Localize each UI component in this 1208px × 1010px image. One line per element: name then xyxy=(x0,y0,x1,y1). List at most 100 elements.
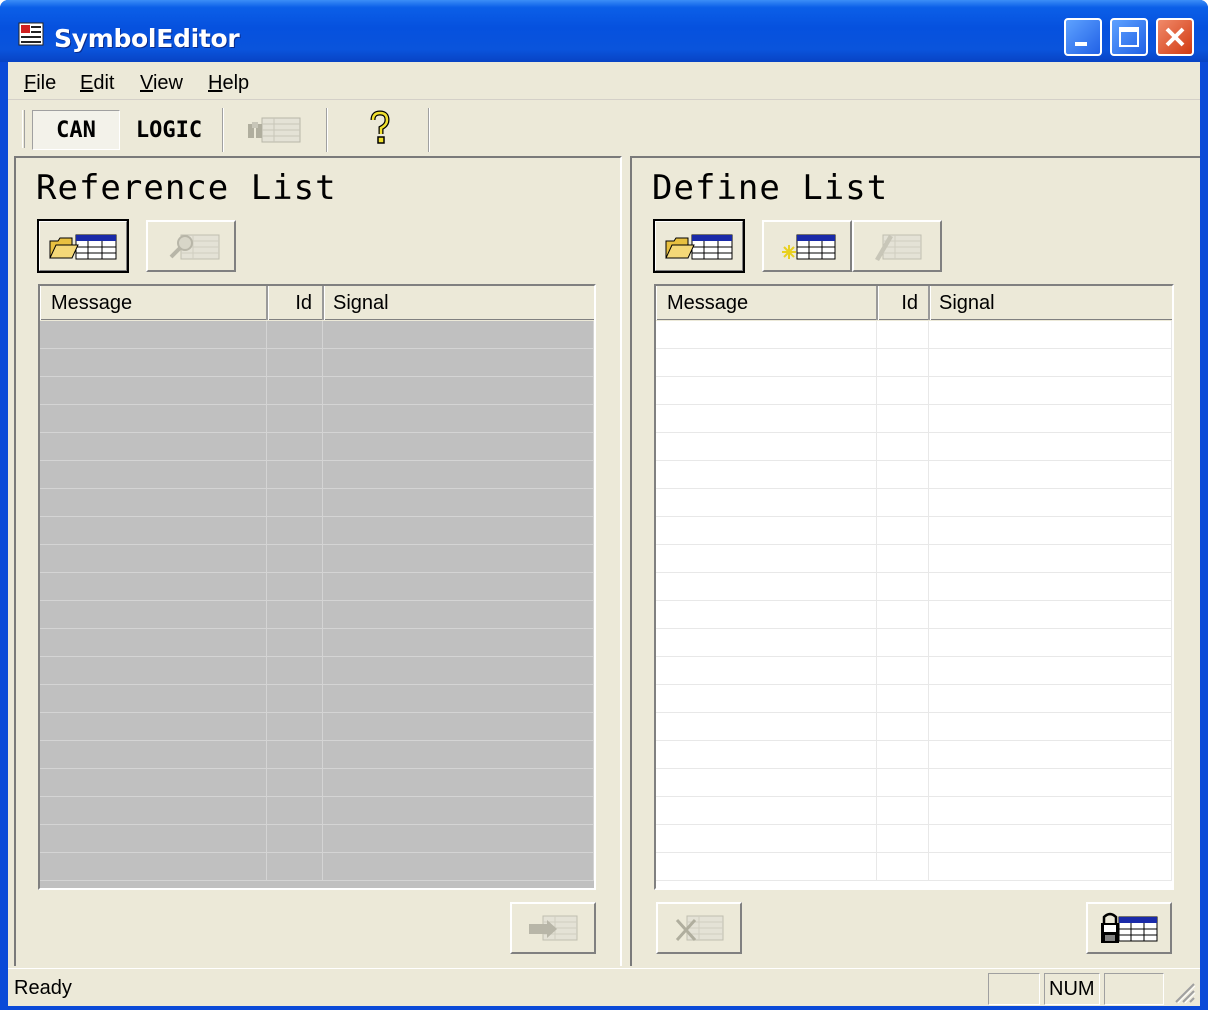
table-row[interactable] xyxy=(656,713,1172,741)
cell-id[interactable] xyxy=(267,685,323,713)
cell-message[interactable] xyxy=(656,797,878,825)
reference-transfer-button[interactable] xyxy=(510,902,596,954)
cell-id[interactable] xyxy=(267,489,323,517)
define-open-button[interactable] xyxy=(653,219,745,273)
cell-message[interactable] xyxy=(40,685,268,713)
cell-signal[interactable] xyxy=(322,349,594,377)
cell-signal[interactable] xyxy=(928,713,1172,741)
cell-message[interactable] xyxy=(656,629,878,657)
cell-id[interactable] xyxy=(877,517,929,545)
cell-message[interactable] xyxy=(40,797,268,825)
cell-id[interactable] xyxy=(267,629,323,657)
cell-id[interactable] xyxy=(877,797,929,825)
reference-open-button[interactable] xyxy=(37,219,129,273)
cell-signal[interactable] xyxy=(928,657,1172,685)
cell-signal[interactable] xyxy=(322,461,594,489)
table-row[interactable] xyxy=(656,573,1172,601)
table-row[interactable] xyxy=(40,321,594,349)
cell-message[interactable] xyxy=(656,601,878,629)
define-save-button[interactable] xyxy=(1086,902,1172,954)
table-row[interactable] xyxy=(656,461,1172,489)
cell-signal[interactable] xyxy=(322,601,594,629)
cell-message[interactable] xyxy=(656,349,878,377)
cell-id[interactable] xyxy=(267,377,323,405)
menu-edit[interactable]: Edit xyxy=(80,72,114,95)
cell-signal[interactable] xyxy=(322,769,594,797)
cell-id[interactable] xyxy=(267,433,323,461)
cell-id[interactable] xyxy=(267,853,323,881)
cell-id[interactable] xyxy=(877,433,929,461)
reference-search-button[interactable] xyxy=(146,220,236,272)
cell-id[interactable] xyxy=(877,405,929,433)
cell-signal[interactable] xyxy=(928,853,1172,881)
cell-message[interactable] xyxy=(40,349,268,377)
cell-message[interactable] xyxy=(656,489,878,517)
table-row[interactable] xyxy=(40,489,594,517)
table-row[interactable] xyxy=(656,377,1172,405)
table-row[interactable] xyxy=(656,853,1172,881)
cell-id[interactable] xyxy=(877,321,929,349)
cell-message[interactable] xyxy=(656,377,878,405)
cell-id[interactable] xyxy=(267,741,323,769)
cell-signal[interactable] xyxy=(322,741,594,769)
table-row[interactable] xyxy=(40,713,594,741)
table-row[interactable] xyxy=(656,349,1172,377)
cell-message[interactable] xyxy=(656,769,878,797)
table-row[interactable] xyxy=(40,629,594,657)
table-row[interactable] xyxy=(40,405,594,433)
cell-id[interactable] xyxy=(267,713,323,741)
table-row[interactable] xyxy=(656,433,1172,461)
cell-id[interactable] xyxy=(267,321,323,349)
cell-signal[interactable] xyxy=(322,573,594,601)
cell-message[interactable] xyxy=(40,517,268,545)
cell-id[interactable] xyxy=(267,601,323,629)
table-row[interactable] xyxy=(40,517,594,545)
cell-id[interactable] xyxy=(877,629,929,657)
table-row[interactable] xyxy=(40,741,594,769)
reference-grid[interactable]: Message Id Signal xyxy=(38,284,596,890)
table-row[interactable] xyxy=(656,405,1172,433)
cell-message[interactable] xyxy=(40,657,268,685)
cell-message[interactable] xyxy=(656,573,878,601)
cell-message[interactable] xyxy=(40,405,268,433)
title-bar[interactable]: SymbolEditor xyxy=(0,0,1208,62)
cell-id[interactable] xyxy=(877,545,929,573)
cell-message[interactable] xyxy=(656,713,878,741)
column-header-signal[interactable]: Signal xyxy=(930,286,1172,320)
cell-message[interactable] xyxy=(40,545,268,573)
cell-id[interactable] xyxy=(877,713,929,741)
cell-message[interactable] xyxy=(656,517,878,545)
cell-signal[interactable] xyxy=(322,629,594,657)
cell-signal[interactable] xyxy=(322,713,594,741)
table-row[interactable] xyxy=(656,769,1172,797)
table-row[interactable] xyxy=(40,769,594,797)
cell-signal[interactable] xyxy=(928,433,1172,461)
cell-message[interactable] xyxy=(40,825,268,853)
menu-view[interactable]: View xyxy=(140,72,183,95)
cell-signal[interactable] xyxy=(928,685,1172,713)
cell-signal[interactable] xyxy=(928,741,1172,769)
cell-id[interactable] xyxy=(267,797,323,825)
table-row[interactable] xyxy=(656,629,1172,657)
define-new-button[interactable] xyxy=(762,220,852,272)
table-row[interactable] xyxy=(40,853,594,881)
table-row[interactable] xyxy=(40,685,594,713)
table-row[interactable] xyxy=(40,461,594,489)
cell-message[interactable] xyxy=(40,741,268,769)
minimize-button[interactable] xyxy=(1064,18,1102,56)
cell-signal[interactable] xyxy=(928,489,1172,517)
table-row[interactable] xyxy=(40,825,594,853)
cell-message[interactable] xyxy=(656,405,878,433)
cell-signal[interactable] xyxy=(928,769,1172,797)
cell-signal[interactable] xyxy=(928,405,1172,433)
cell-signal[interactable] xyxy=(322,489,594,517)
cell-signal[interactable] xyxy=(928,573,1172,601)
cell-message[interactable] xyxy=(40,377,268,405)
cell-id[interactable] xyxy=(267,657,323,685)
cell-id[interactable] xyxy=(267,545,323,573)
cell-signal[interactable] xyxy=(322,685,594,713)
cell-id[interactable] xyxy=(267,825,323,853)
cell-message[interactable] xyxy=(656,657,878,685)
table-row[interactable] xyxy=(40,573,594,601)
cell-id[interactable] xyxy=(267,461,323,489)
